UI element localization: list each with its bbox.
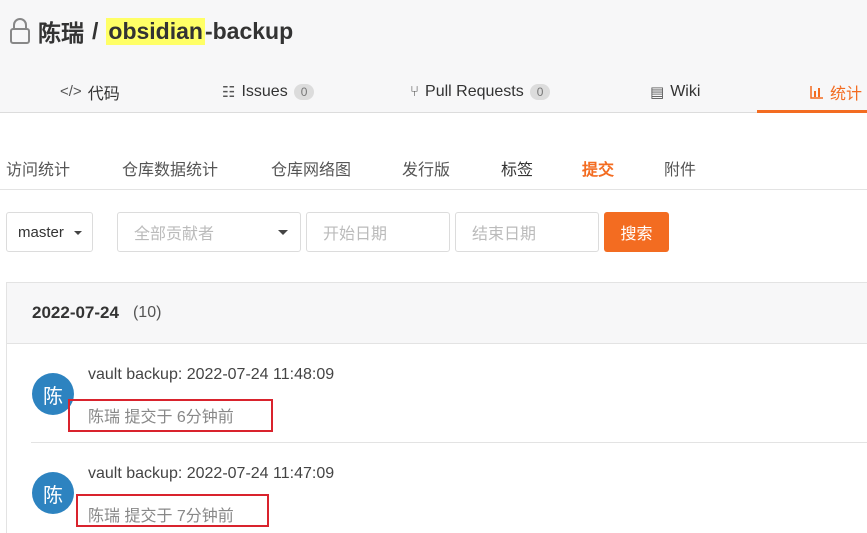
subnav-repo-stats[interactable]: 仓库数据统计 <box>122 156 218 180</box>
pull-requests-count-badge: 0 <box>529 83 551 100</box>
tab-issues[interactable]: ☷ Issues 0 <box>222 70 315 113</box>
chevron-down-icon <box>74 231 82 235</box>
commit-count: (10) <box>132 304 162 321</box>
tab-code[interactable]: </> 代码 <box>60 70 120 113</box>
repo-tabs: </> 代码 ☷ Issues 0 ⑂ Pull Requests 0 ▤ Wi… <box>0 70 867 113</box>
commit-item: 陈 vault backup: 2022-07-24 11:47:09 陈瑞 提… <box>31 444 867 533</box>
search-button[interactable]: 搜索 <box>604 212 669 252</box>
tab-label: Pull Requests <box>425 82 524 100</box>
issues-count-badge: 0 <box>293 83 315 100</box>
branch-value: master <box>18 223 64 241</box>
start-date-input[interactable]: 开始日期 <box>306 212 450 252</box>
branch-select[interactable]: master <box>6 212 93 252</box>
subnav-attachments[interactable]: 附件 <box>664 156 696 180</box>
end-date-input[interactable]: 结束日期 <box>455 212 599 252</box>
tab-label: 代码 <box>87 85 120 103</box>
lock-icon <box>10 18 30 44</box>
commit-message[interactable]: vault backup: 2022-07-24 11:48:09 <box>88 366 334 384</box>
repo-header: 陈瑞 / obsidian -backup </> 代码 ☷ Issues 0 ⑂… <box>0 0 867 113</box>
commit-meta: 陈瑞 提交于 7分钟前 <box>88 508 234 525</box>
tab-label: Issues <box>241 82 288 100</box>
tab-wiki[interactable]: ▤ Wiki <box>650 70 700 113</box>
subnav-tags[interactable]: 标签 <box>501 156 533 180</box>
wiki-icon: ▤ <box>650 83 665 101</box>
stats-subnav: 访问统计 仓库数据统计 仓库网络图 发行版 标签 提交 附件 <box>0 145 867 190</box>
avatar[interactable]: 陈 <box>32 373 74 415</box>
subnav-commits[interactable]: 提交 <box>582 156 614 180</box>
repo-name-rest[interactable]: -backup <box>205 18 293 45</box>
repo-owner[interactable]: 陈瑞 <box>38 14 84 48</box>
commit-message[interactable]: vault backup: 2022-07-24 11:47:09 <box>88 465 334 483</box>
end-date-placeholder: 结束日期 <box>472 226 537 243</box>
commits-panel: 2022-07-24 (10) 陈 vault backup: 2022-07-… <box>6 282 867 533</box>
repo-name-highlight[interactable]: obsidian <box>106 17 205 45</box>
avatar[interactable]: 陈 <box>32 472 74 514</box>
commit-date: 2022-07-24 <box>32 303 119 322</box>
tab-label: Wiki <box>670 82 701 100</box>
contributor-placeholder: 全部贡献者 <box>134 226 215 243</box>
commit-group-header: 2022-07-24 (10) <box>7 283 867 344</box>
subnav-visits[interactable]: 访问统计 <box>6 156 70 180</box>
commit-meta: 陈瑞 提交于 6分钟前 <box>88 409 234 426</box>
start-date-placeholder: 开始日期 <box>323 226 388 243</box>
issues-icon: ☷ <box>222 83 236 101</box>
subnav-releases[interactable]: 发行版 <box>402 156 450 180</box>
chevron-down-icon <box>278 230 288 235</box>
active-tab-indicator <box>757 110 867 113</box>
pull-request-icon: ⑂ <box>410 83 420 100</box>
tab-pull-requests[interactable]: ⑂ Pull Requests 0 <box>410 70 551 113</box>
code-icon: </> <box>60 83 82 100</box>
commit-item: 陈 vault backup: 2022-07-24 11:48:09 陈瑞 提… <box>31 345 867 443</box>
stats-icon <box>810 85 823 99</box>
contributor-select[interactable]: 全部贡献者 <box>117 212 301 252</box>
tab-label: 统计 <box>830 85 863 103</box>
repo-title: 陈瑞 / obsidian -backup <box>8 14 293 48</box>
subnav-network-graph[interactable]: 仓库网络图 <box>271 156 351 180</box>
tab-stats[interactable]: 统计 <box>810 70 862 113</box>
commit-filters: master 全部贡献者 开始日期 结束日期 搜索 <box>0 212 867 252</box>
path-separator: / <box>92 17 99 44</box>
